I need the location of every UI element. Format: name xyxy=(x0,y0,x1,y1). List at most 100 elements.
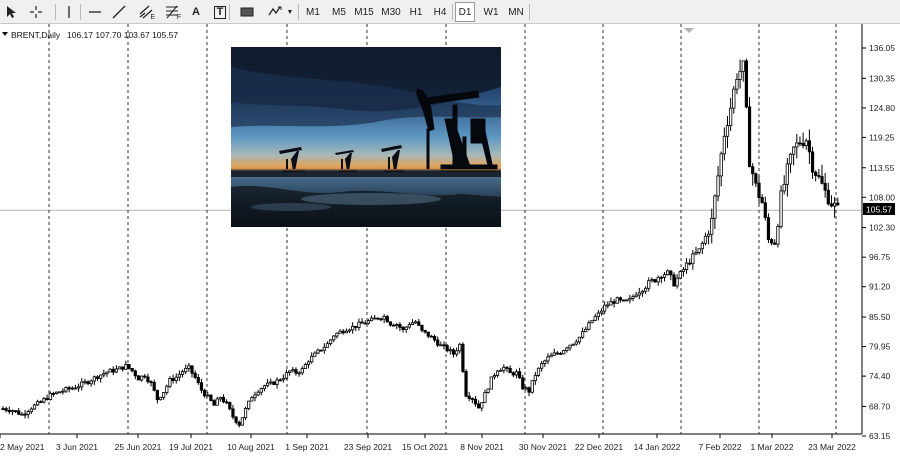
toolbar-separator xyxy=(298,4,299,20)
candle-body xyxy=(659,276,663,279)
candle-body xyxy=(426,331,430,337)
candle-body xyxy=(13,410,18,413)
candle xyxy=(631,294,635,302)
candle-body xyxy=(39,401,43,404)
candle-body xyxy=(328,339,333,345)
candle xyxy=(477,400,481,409)
candle-body xyxy=(555,352,560,355)
arrows-icon[interactable] xyxy=(263,2,287,22)
candle-body xyxy=(51,393,56,395)
cursor-icon[interactable] xyxy=(2,2,20,22)
candle-body xyxy=(678,271,682,279)
timeframe-m15-button[interactable]: M15 xyxy=(352,2,376,22)
candle-body xyxy=(319,349,323,352)
candle-body xyxy=(121,366,125,370)
candle xyxy=(32,403,37,410)
candle-body xyxy=(212,400,216,406)
candle-body xyxy=(656,276,660,283)
candle-body xyxy=(385,315,389,323)
candle-body xyxy=(707,233,711,237)
candle xyxy=(609,297,613,306)
symbol-dropdown-icon[interactable] xyxy=(2,32,8,36)
candle-body xyxy=(710,217,714,235)
text-tool-icon[interactable]: A xyxy=(188,2,204,22)
candle-body xyxy=(653,279,657,283)
equidistant-channel-icon[interactable]: E xyxy=(136,2,156,22)
candle-body xyxy=(788,153,793,165)
candle xyxy=(473,396,478,407)
candle xyxy=(316,348,320,355)
candle xyxy=(467,391,471,402)
candle-body xyxy=(562,350,566,355)
timeframe-m5-button[interactable]: M5 xyxy=(329,2,349,22)
candle-body xyxy=(117,366,122,370)
toolbar-separator xyxy=(229,4,230,20)
candle-body xyxy=(105,371,109,374)
candle xyxy=(464,369,468,398)
timeframe-m1-button[interactable]: M1 xyxy=(303,2,323,22)
candle xyxy=(788,152,793,173)
vertical-line-icon[interactable] xyxy=(62,2,76,22)
candle xyxy=(48,391,52,401)
candle-body xyxy=(662,274,667,278)
candle-body xyxy=(149,381,153,384)
candle xyxy=(489,376,493,390)
timeframe-mn-button[interactable]: MN xyxy=(505,2,527,22)
toolbar-separator xyxy=(529,4,530,20)
candle xyxy=(391,323,396,327)
candle-body xyxy=(344,330,348,334)
chart-shift-marker[interactable] xyxy=(684,28,694,33)
candle-body xyxy=(480,402,484,409)
price-tick-label: 96.75 xyxy=(869,252,891,262)
candle xyxy=(139,375,144,382)
candle xyxy=(458,342,462,354)
current-price-marker: 105.57 xyxy=(863,203,895,215)
time-tick-label: 15 Oct 2021 xyxy=(402,442,449,452)
candle-body xyxy=(593,316,597,321)
candle-body xyxy=(243,408,248,419)
candle-body xyxy=(735,79,739,90)
candle xyxy=(785,157,789,197)
candle xyxy=(530,380,534,394)
candle xyxy=(540,361,544,372)
candle-body xyxy=(237,421,241,426)
candle xyxy=(341,329,345,335)
timeframe-w1-button[interactable]: W1 xyxy=(480,2,502,22)
candle-body xyxy=(442,344,446,347)
candle-body xyxy=(587,322,591,330)
candle-body xyxy=(338,330,342,334)
candle xyxy=(732,85,736,114)
candle-body xyxy=(278,379,282,382)
candle-body xyxy=(294,369,298,374)
timeframe-m30-button[interactable]: M30 xyxy=(379,2,403,22)
candle-body xyxy=(568,344,572,349)
candle-body xyxy=(373,317,377,320)
timeframe-h4-button[interactable]: H4 xyxy=(430,2,450,22)
candle-body xyxy=(360,321,364,324)
crosshair-icon[interactable] xyxy=(26,2,46,22)
text-label-icon[interactable]: T xyxy=(212,2,228,22)
candle-body xyxy=(17,410,21,415)
candle xyxy=(615,296,619,304)
candle-body xyxy=(571,343,575,346)
trendline-icon[interactable] xyxy=(110,2,128,22)
rectangle-icon[interactable] xyxy=(238,2,256,22)
candle-body xyxy=(401,326,405,330)
candle xyxy=(73,384,78,390)
fibonacci-icon[interactable]: F xyxy=(162,2,182,22)
candle xyxy=(354,325,358,332)
candle xyxy=(398,322,402,332)
timeframe-d1-button[interactable]: D1 xyxy=(455,2,475,22)
candle xyxy=(713,194,717,230)
candle xyxy=(533,371,537,385)
timeframe-h1-button[interactable]: H1 xyxy=(406,2,426,22)
arrows-dropdown-icon[interactable]: ▼ xyxy=(287,2,294,22)
candle-body xyxy=(691,253,695,265)
horizontal-line-icon[interactable] xyxy=(86,2,104,22)
candle xyxy=(215,396,219,406)
candle-body xyxy=(357,321,361,328)
candle-body xyxy=(89,380,93,385)
candle xyxy=(448,346,452,355)
candle-body xyxy=(829,203,834,207)
candle-body xyxy=(820,176,824,184)
